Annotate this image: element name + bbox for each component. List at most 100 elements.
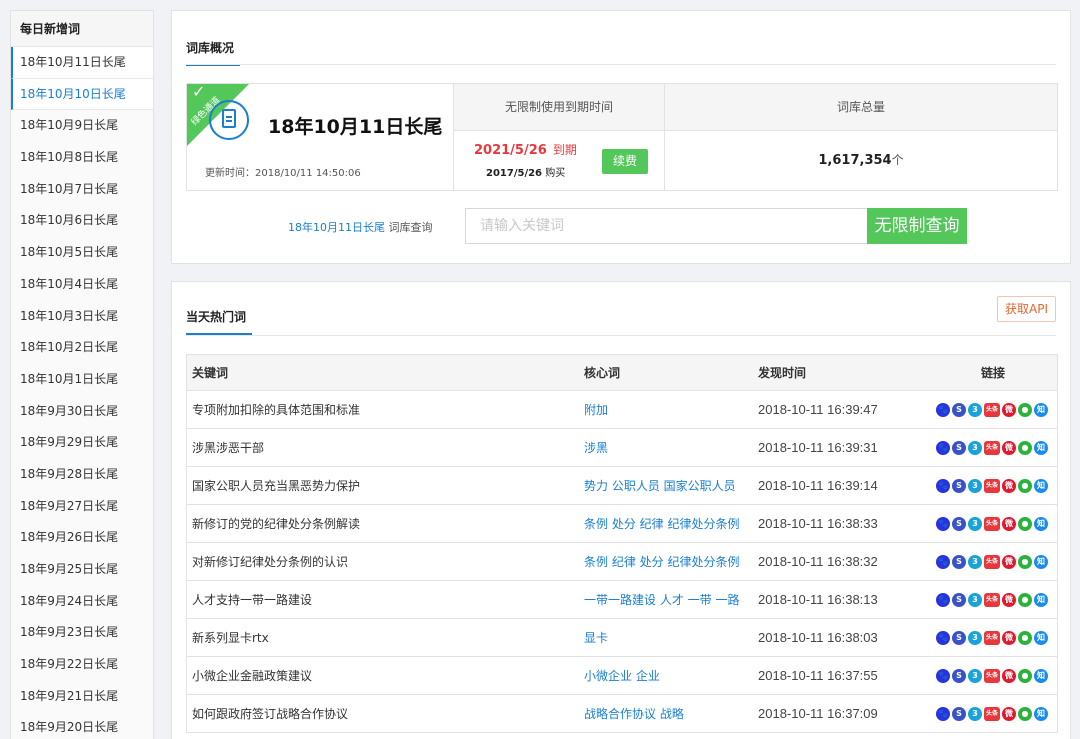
baidu-icon[interactable]: 🐾 — [936, 554, 950, 569]
sidebar-item[interactable]: 18年9月29日长尾 — [11, 427, 153, 459]
sidebar-item[interactable]: 18年9月22日长尾 — [11, 649, 153, 681]
core-word-links[interactable]: 附加 — [584, 391, 750, 428]
sidebar-item[interactable]: 18年10月1日长尾 — [11, 363, 153, 396]
weibo-icon[interactable]: 微 — [1002, 592, 1016, 607]
so360-icon[interactable]: 3 — [968, 668, 982, 683]
toutiao-icon[interactable]: 头条 — [984, 630, 1000, 645]
core-word-text[interactable]: 小微企业 企业 — [584, 667, 750, 684]
tab-hot-words[interactable]: 当天热门词 — [186, 308, 252, 335]
core-word-text[interactable]: 战略合作协议 战略 — [584, 705, 750, 722]
so360-icon[interactable]: 3 — [968, 554, 982, 569]
zhihu-icon[interactable]: 知 — [1034, 478, 1048, 493]
renew-button[interactable]: 续费 — [602, 149, 648, 174]
sidebar-item[interactable]: 18年9月27日长尾 — [11, 490, 153, 523]
core-word-text[interactable]: 势力 公职人员 国家公职人员 — [584, 477, 750, 494]
weibo-icon[interactable]: 微 — [1002, 440, 1016, 455]
wechat-icon[interactable]: ● — [1018, 706, 1032, 721]
core-word-links[interactable]: 显卡 — [584, 619, 750, 656]
core-word-text[interactable]: 显卡 — [584, 629, 750, 646]
zhihu-icon[interactable]: 知 — [1034, 706, 1048, 721]
so360-icon[interactable]: 3 — [968, 402, 982, 417]
sogou-icon[interactable]: S — [952, 668, 966, 683]
zhihu-icon[interactable]: 知 — [1034, 516, 1048, 531]
weibo-icon[interactable]: 微 — [1002, 668, 1016, 683]
so360-icon[interactable]: 3 — [968, 706, 982, 721]
sidebar-item[interactable]: 18年10月11日长尾 — [11, 47, 153, 79]
baidu-icon[interactable]: 🐾 — [936, 592, 950, 607]
core-word-links[interactable]: 条例 纪律 处分 纪律处分条例 — [584, 543, 750, 580]
baidu-icon[interactable]: 🐾 — [936, 706, 950, 721]
sidebar-item[interactable]: 18年10月4日长尾 — [11, 268, 153, 301]
sidebar-item[interactable]: 18年9月30日长尾 — [11, 395, 153, 428]
weibo-icon[interactable]: 微 — [1002, 516, 1016, 531]
baidu-icon[interactable]: 🐾 — [936, 516, 950, 531]
toutiao-icon[interactable]: 头条 — [984, 554, 1000, 569]
baidu-icon[interactable]: 🐾 — [936, 630, 950, 645]
wechat-icon[interactable]: ● — [1018, 440, 1032, 455]
core-word-text[interactable]: 一带一路建设 人才 一带 一路 — [584, 591, 750, 608]
sogou-icon[interactable]: S — [952, 440, 966, 455]
baidu-icon[interactable]: 🐾 — [936, 478, 950, 493]
baidu-icon[interactable]: 🐾 — [936, 440, 950, 455]
wechat-icon[interactable]: ● — [1018, 592, 1032, 607]
weibo-icon[interactable]: 微 — [1002, 706, 1016, 721]
so360-icon[interactable]: 3 — [968, 478, 982, 493]
toutiao-icon[interactable]: 头条 — [984, 402, 1000, 417]
get-api-button[interactable]: 获取API — [997, 296, 1056, 322]
zhihu-icon[interactable]: 知 — [1034, 592, 1048, 607]
tab-overview[interactable]: 词库概况 — [186, 39, 240, 66]
core-word-text[interactable]: 涉黑 — [584, 439, 750, 456]
query-lib-link[interactable]: 18年10月11日长尾 — [288, 221, 385, 234]
sidebar-item[interactable]: 18年10月9日长尾 — [11, 110, 153, 143]
core-word-links[interactable]: 小微企业 企业 — [584, 657, 750, 694]
zhihu-icon[interactable]: 知 — [1034, 630, 1048, 645]
core-word-links[interactable]: 涉黑 — [584, 429, 750, 466]
wechat-icon[interactable]: ● — [1018, 402, 1032, 417]
core-word-text[interactable]: 附加 — [584, 401, 750, 418]
sidebar-item[interactable]: 18年10月5日长尾 — [11, 237, 153, 269]
toutiao-icon[interactable]: 头条 — [984, 478, 1000, 493]
zhihu-icon[interactable]: 知 — [1034, 668, 1048, 683]
toutiao-icon[interactable]: 头条 — [984, 440, 1000, 455]
so360-icon[interactable]: 3 — [968, 630, 982, 645]
baidu-icon[interactable]: 🐾 — [936, 402, 950, 417]
core-word-links[interactable]: 战略合作协议 战略 — [584, 695, 750, 732]
toutiao-icon[interactable]: 头条 — [984, 516, 1000, 531]
sidebar-item[interactable]: 18年10月2日长尾 — [11, 332, 153, 364]
weibo-icon[interactable]: 微 — [1002, 402, 1016, 417]
wechat-icon[interactable]: ● — [1018, 478, 1032, 493]
core-word-text[interactable]: 条例 纪律 处分 纪律处分条例 — [584, 553, 750, 570]
weibo-icon[interactable]: 微 — [1002, 630, 1016, 645]
toutiao-icon[interactable]: 头条 — [984, 668, 1000, 683]
sogou-icon[interactable]: S — [952, 592, 966, 607]
so360-icon[interactable]: 3 — [968, 592, 982, 607]
sogou-icon[interactable]: S — [952, 630, 966, 645]
sidebar-item[interactable]: 18年9月20日长尾 — [11, 712, 153, 739]
sogou-icon[interactable]: S — [952, 516, 966, 531]
core-word-links[interactable]: 条例 处分 纪律 纪律处分条例 — [584, 505, 750, 542]
sidebar-item[interactable]: 18年9月21日长尾 — [11, 680, 153, 713]
weibo-icon[interactable]: 微 — [1002, 554, 1016, 569]
sidebar-item[interactable]: 18年9月28日长尾 — [11, 458, 153, 491]
wechat-icon[interactable]: ● — [1018, 668, 1032, 683]
sidebar-item[interactable]: 18年9月23日长尾 — [11, 617, 153, 650]
unlimited-query-button[interactable]: 无限制查询 — [867, 208, 967, 244]
core-word-text[interactable]: 条例 处分 纪律 纪律处分条例 — [584, 515, 750, 532]
sidebar-item[interactable]: 18年9月26日长尾 — [11, 522, 153, 554]
so360-icon[interactable]: 3 — [968, 440, 982, 455]
sogou-icon[interactable]: S — [952, 402, 966, 417]
sidebar-item[interactable]: 18年10月10日长尾 — [11, 78, 153, 111]
zhihu-icon[interactable]: 知 — [1034, 440, 1048, 455]
core-word-links[interactable]: 势力 公职人员 国家公职人员 — [584, 467, 750, 504]
sogou-icon[interactable]: S — [952, 554, 966, 569]
keyword-search-input[interactable] — [465, 208, 867, 244]
zhihu-icon[interactable]: 知 — [1034, 402, 1048, 417]
zhihu-icon[interactable]: 知 — [1034, 554, 1048, 569]
sidebar-item[interactable]: 18年10月3日长尾 — [11, 300, 153, 333]
wechat-icon[interactable]: ● — [1018, 630, 1032, 645]
sogou-icon[interactable]: S — [952, 478, 966, 493]
wechat-icon[interactable]: ● — [1018, 516, 1032, 531]
so360-icon[interactable]: 3 — [968, 516, 982, 531]
sidebar-item[interactable]: 18年10月6日长尾 — [11, 205, 153, 238]
weibo-icon[interactable]: 微 — [1002, 478, 1016, 493]
